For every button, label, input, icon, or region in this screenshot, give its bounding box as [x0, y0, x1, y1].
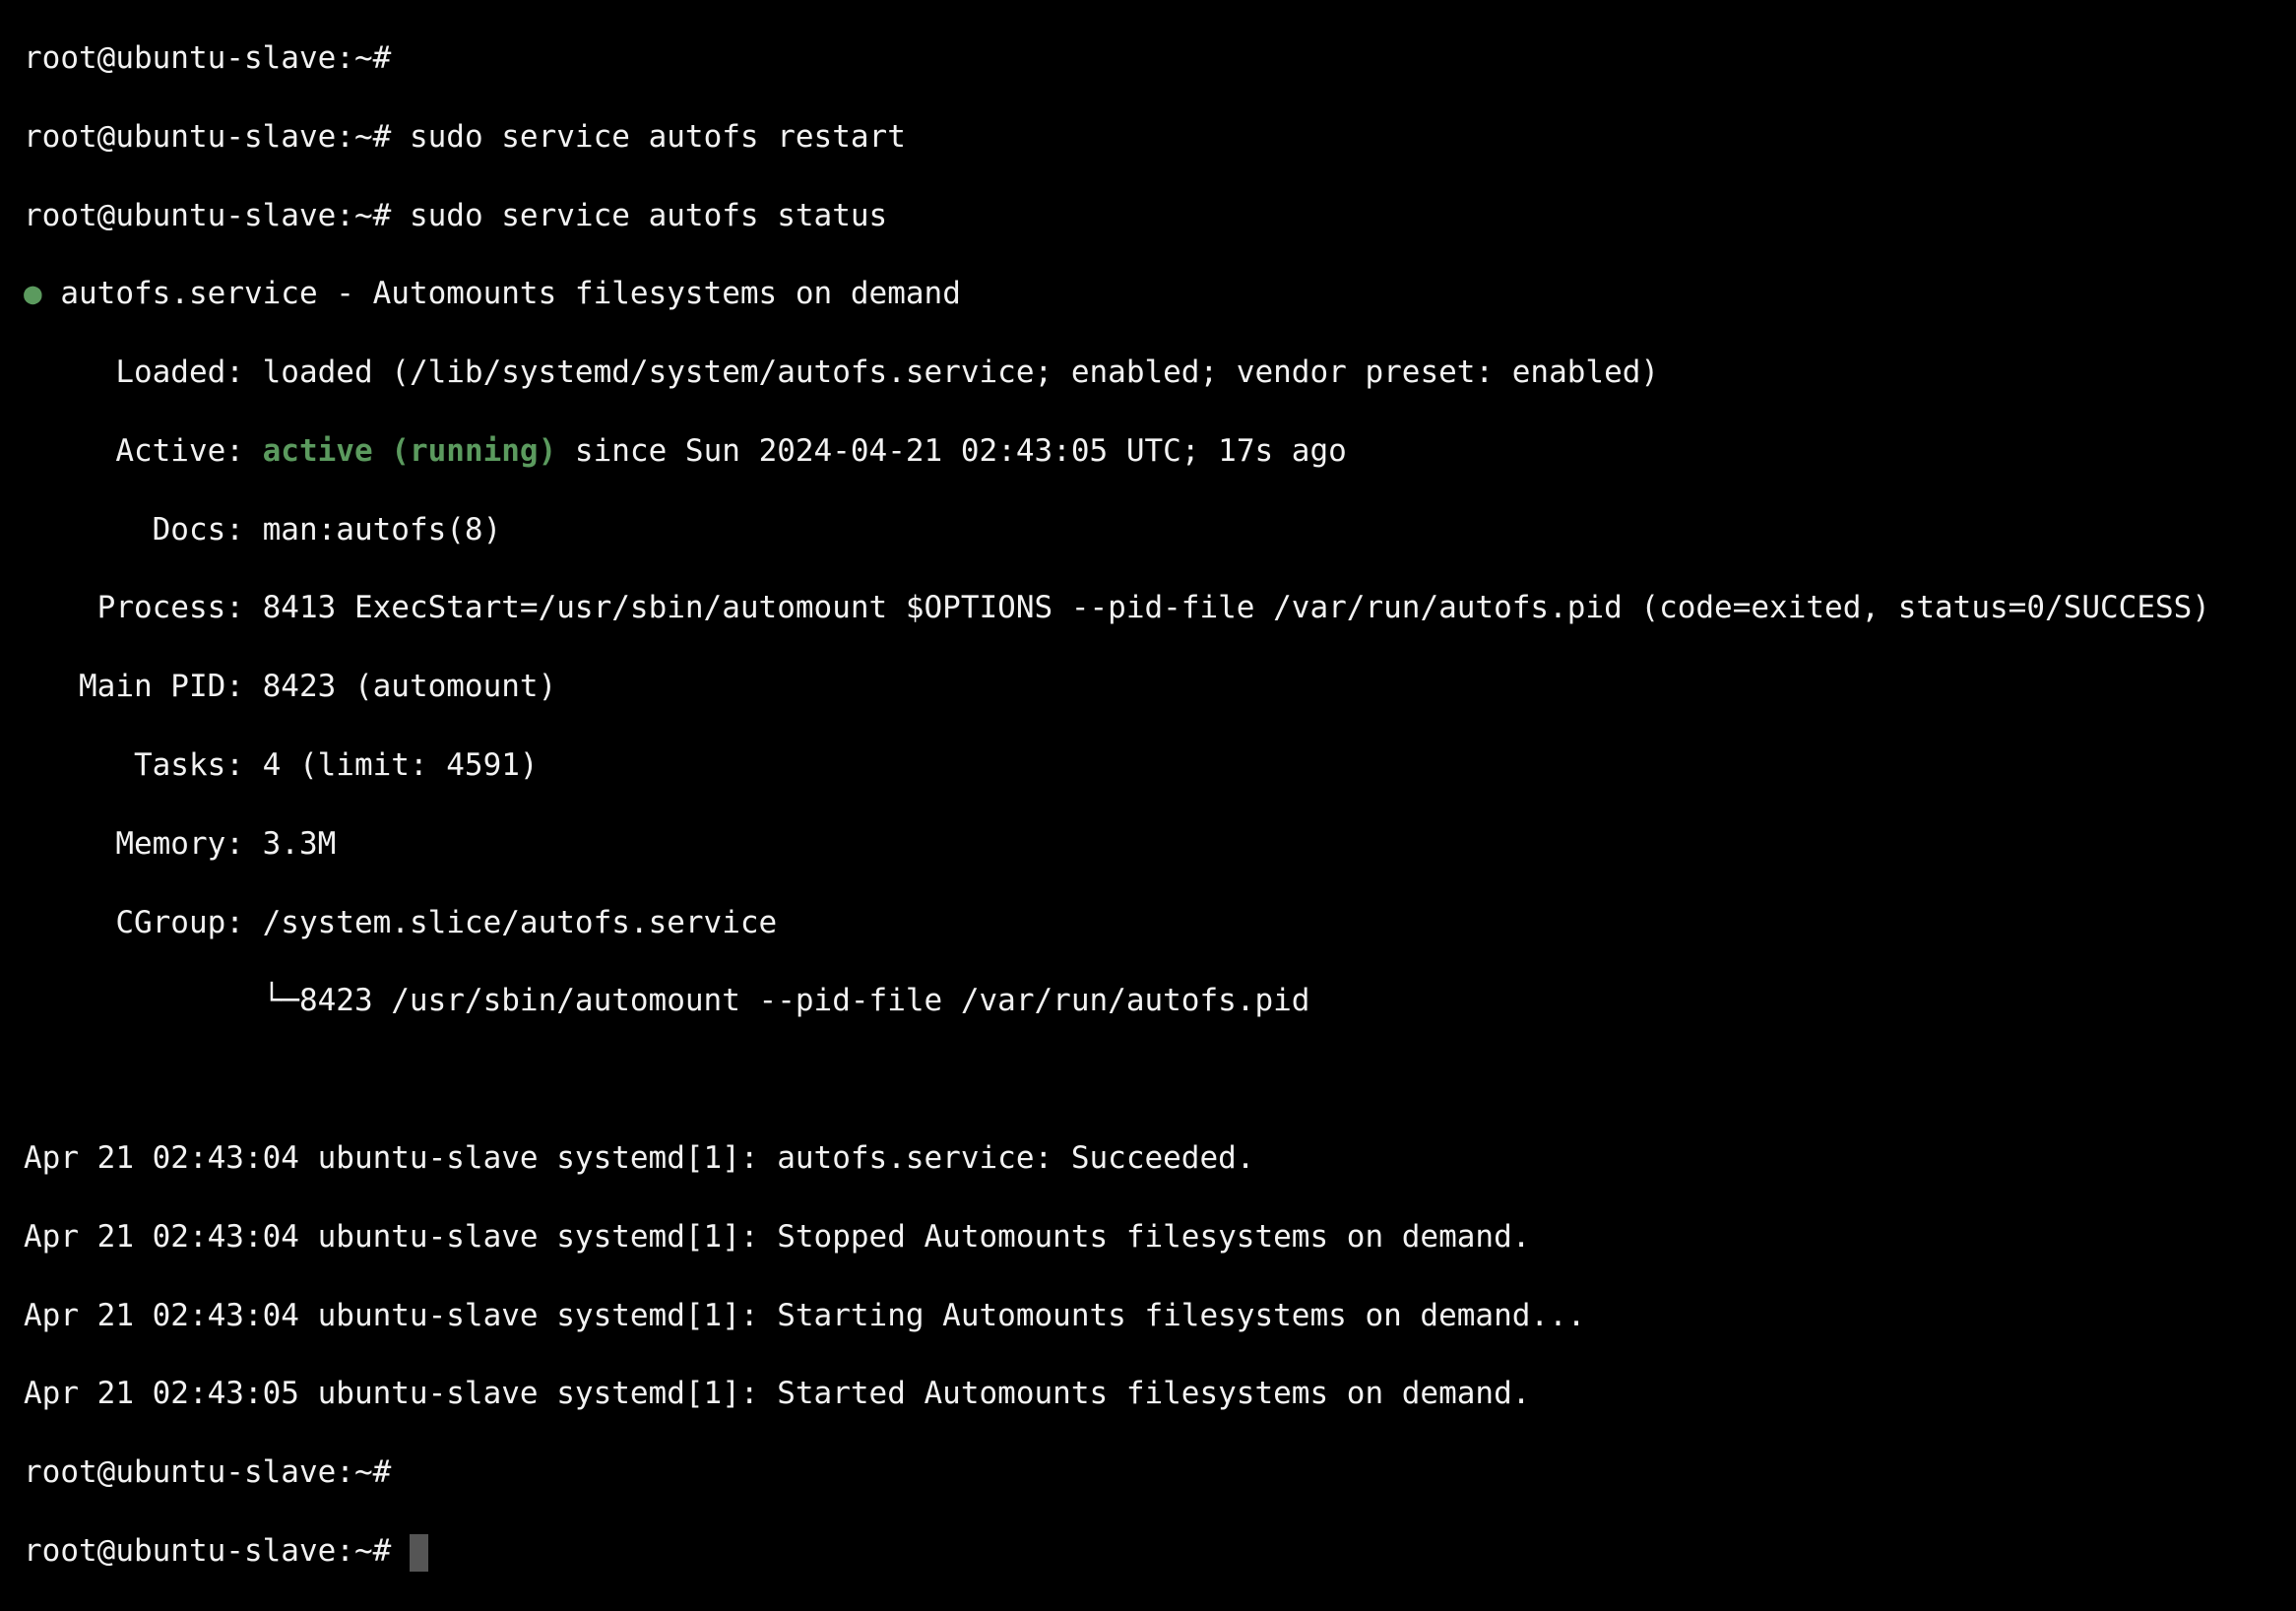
- prompt: root@ubuntu-slave:~#: [24, 1533, 392, 1570]
- loaded-label: Loaded:: [24, 354, 244, 391]
- command: sudo service autofs restart: [409, 118, 906, 155]
- active-since: since Sun 2024-04-21 02:43:05 UTC; 17s a…: [556, 432, 1347, 469]
- mainpid-value: 8423 (automount): [243, 669, 557, 705]
- docs-label: Docs:: [24, 511, 244, 548]
- log-line: Apr 21 02:43:04 ubuntu-slave systemd[1]:…: [24, 1218, 1531, 1255]
- prompt: root@ubuntu-slave:~#: [24, 39, 392, 76]
- docs-line: Docs: man:autofs(8): [24, 511, 2296, 550]
- cgroup-line: CGroup: /system.slice/autofs.service: [24, 904, 2296, 943]
- log-line: Apr 21 02:43:04 ubuntu-slave systemd[1]:…: [24, 1297, 1586, 1333]
- status-dot-icon: ●: [24, 276, 42, 312]
- prompt-line: root@ubuntu-slave:~# sudo service autofs…: [24, 197, 2296, 236]
- active-state: active (running): [262, 432, 557, 469]
- prompt-line: root@ubuntu-slave:~#: [24, 1453, 2296, 1493]
- memory-label: Memory:: [24, 825, 244, 862]
- command: sudo service autofs status: [409, 197, 888, 233]
- prompt-line: root@ubuntu-slave:~#: [24, 39, 2296, 79]
- terminal-window[interactable]: root@ubuntu-slave:~# root@ubuntu-slave:~…: [0, 0, 2296, 1572]
- log-line: Apr 21 02:43:05 ubuntu-slave systemd[1]:…: [24, 1376, 1531, 1412]
- memory-value: 3.3M: [243, 825, 337, 862]
- prompt: root@ubuntu-slave:~#: [24, 1454, 392, 1491]
- loaded-line: Loaded: loaded (/lib/systemd/system/auto…: [24, 354, 2296, 393]
- cgroup-child-line: └─8423 /usr/sbin/automount --pid-file /v…: [24, 983, 1310, 1019]
- prompt-line-active[interactable]: root@ubuntu-slave:~#: [24, 1532, 2296, 1572]
- process-label: Process:: [24, 590, 244, 626]
- prompt: root@ubuntu-slave:~#: [24, 118, 392, 155]
- process-line: Process: 8413 ExecStart=/usr/sbin/automo…: [24, 589, 2296, 628]
- cgroup-value: /system.slice/autofs.service: [243, 904, 778, 940]
- status-header: ● autofs.service - Automounts filesystem…: [24, 275, 2296, 314]
- docs-value: man:autofs(8): [243, 511, 502, 548]
- loaded-value: loaded (/lib/systemd/system/autofs.servi…: [243, 354, 1660, 391]
- process-value: 8413 ExecStart=/usr/sbin/automount $OPTI…: [243, 590, 2210, 626]
- tasks-label: Tasks:: [24, 747, 244, 784]
- service-header: autofs.service - Automounts filesystems …: [60, 276, 961, 312]
- tasks-line: Tasks: 4 (limit: 4591): [24, 746, 2296, 786]
- active-label: Active:: [24, 432, 244, 469]
- prompt: root@ubuntu-slave:~#: [24, 197, 392, 233]
- active-line: Active: active (running) since Sun 2024-…: [24, 432, 2296, 472]
- mainpid-line: Main PID: 8423 (automount): [24, 668, 2296, 707]
- cursor: [409, 1533, 428, 1572]
- mainpid-label: Main PID:: [24, 669, 244, 705]
- memory-line: Memory: 3.3M: [24, 825, 2296, 865]
- tasks-value: 4 (limit: 4591): [243, 747, 539, 784]
- prompt-line: root@ubuntu-slave:~# sudo service autofs…: [24, 118, 2296, 158]
- log-line: Apr 21 02:43:04 ubuntu-slave systemd[1]:…: [24, 1140, 1255, 1177]
- cgroup-label: CGroup:: [24, 904, 244, 940]
